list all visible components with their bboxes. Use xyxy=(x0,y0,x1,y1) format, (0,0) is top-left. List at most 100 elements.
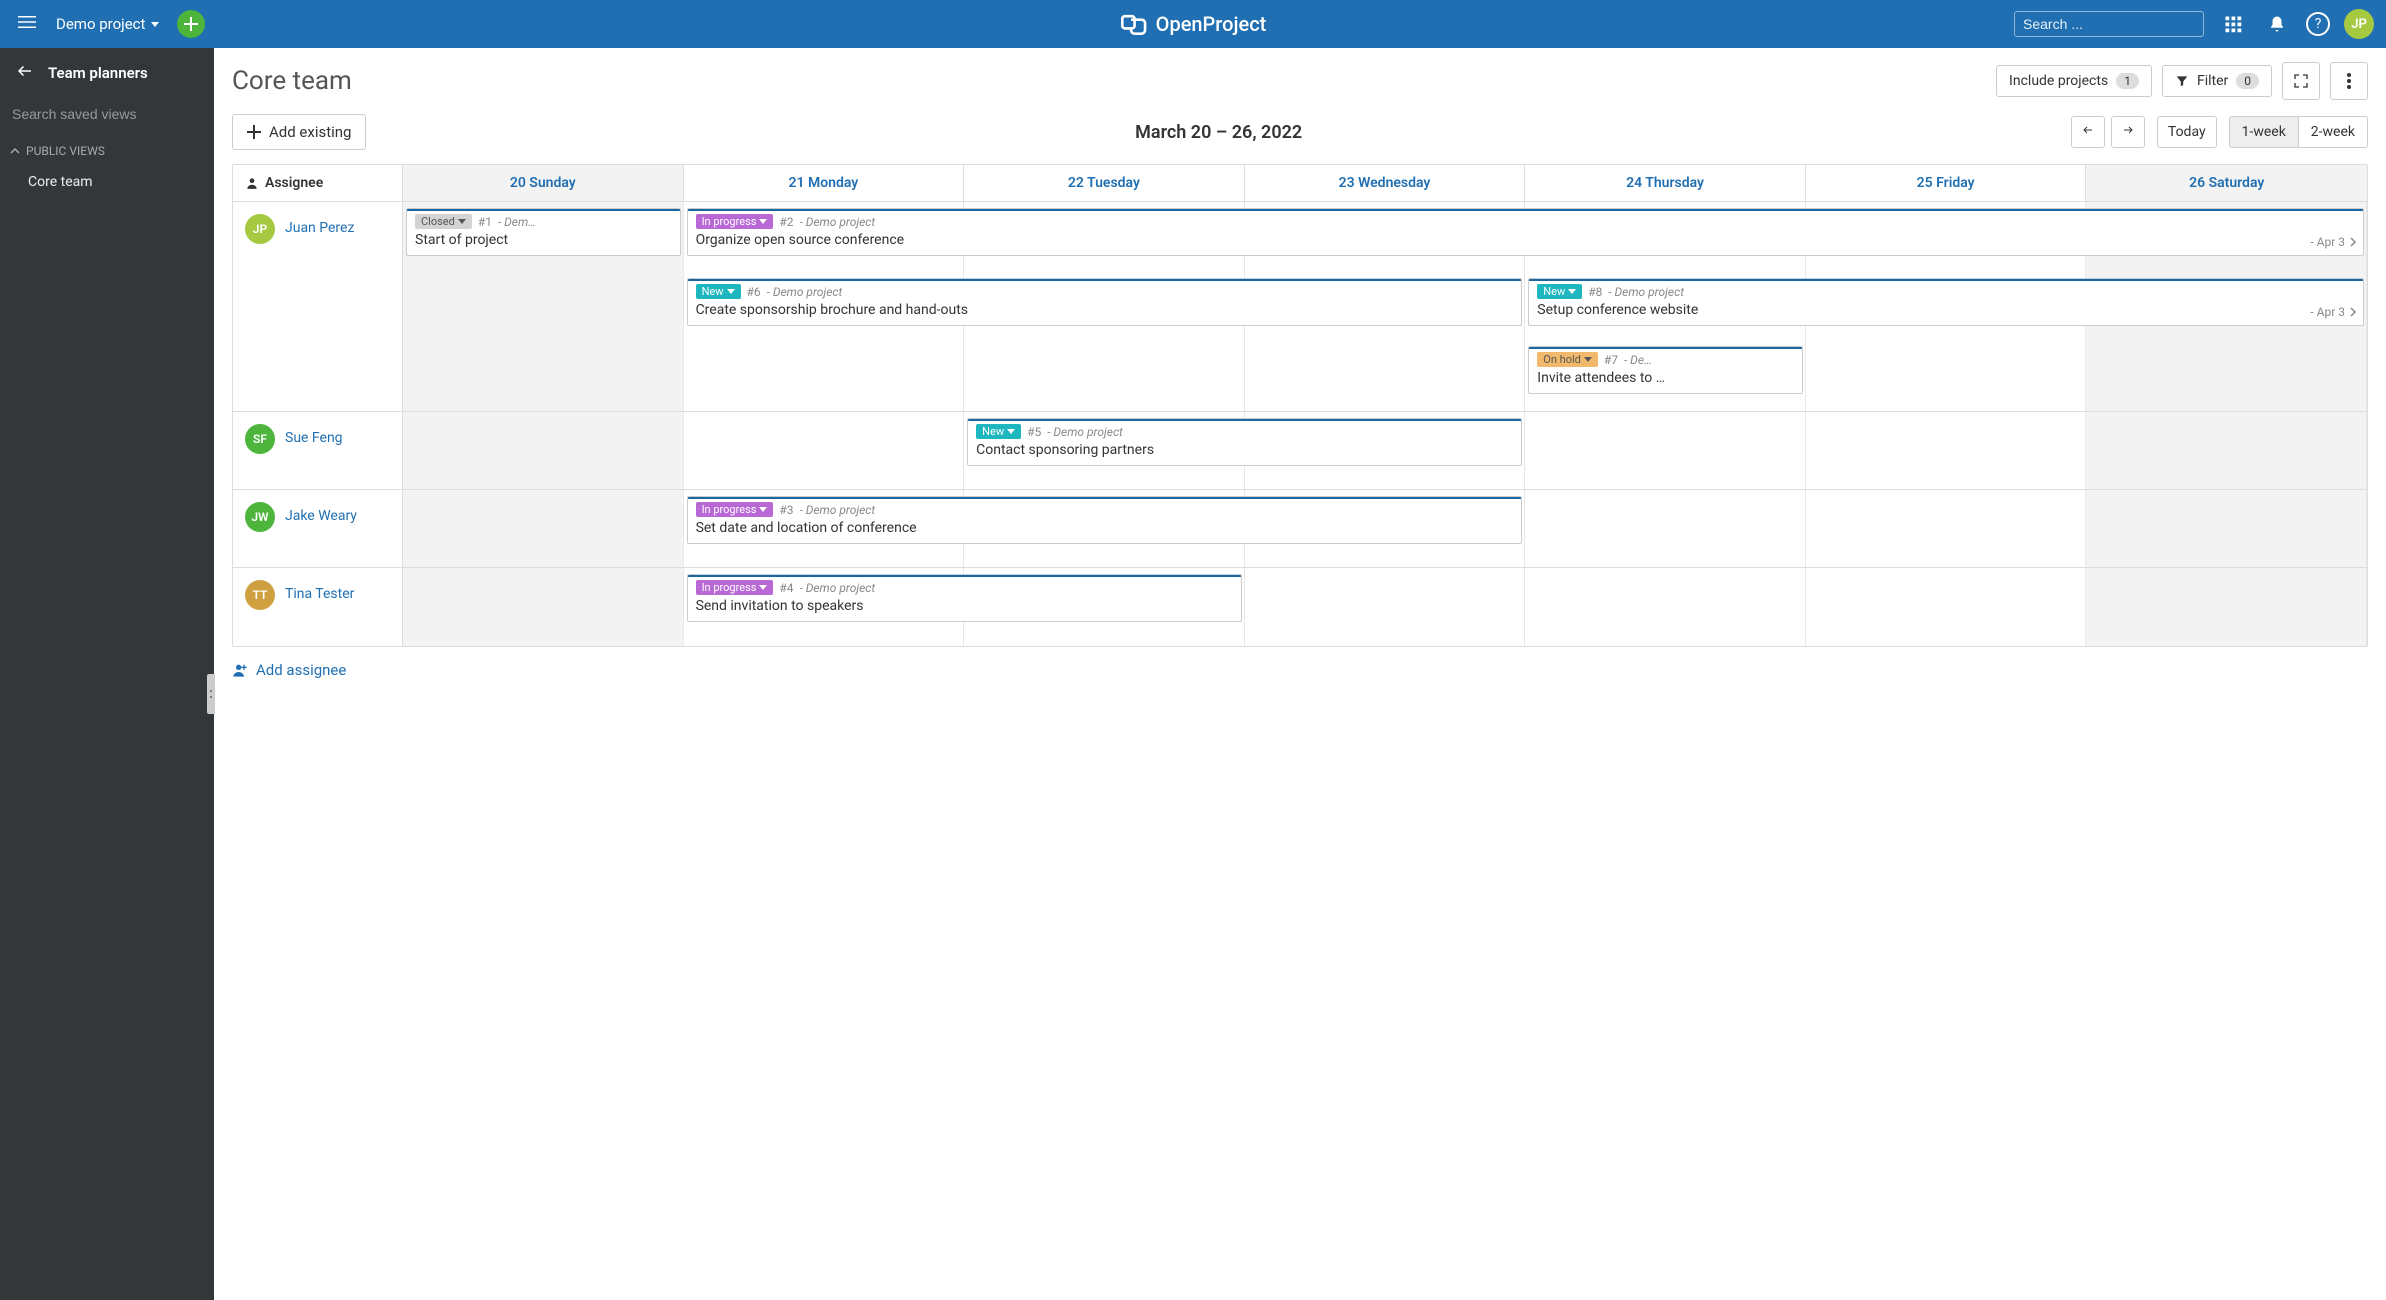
include-label: Include projects xyxy=(2009,73,2108,89)
work-id: #8 xyxy=(1588,285,1602,299)
add-assignee-button[interactable]: Add assignee xyxy=(214,647,2386,693)
card-title: Send invitation to speakers xyxy=(696,598,1233,614)
type-stripe xyxy=(1528,346,1803,349)
cards-layer: In progress #4- Demo project Send invitat… xyxy=(403,568,2367,646)
work-package-card[interactable]: New #8- Demo projectSetup conference web… xyxy=(1528,278,2364,326)
cards-layer: Closed #1- Dem…Start of projectIn progre… xyxy=(403,202,2367,411)
question-icon: ? xyxy=(2315,16,2322,32)
card-meta: In progress #2- Demo project xyxy=(696,214,2355,229)
fullscreen-button[interactable] xyxy=(2282,62,2320,100)
status-badge[interactable]: New xyxy=(696,284,741,299)
help-button[interactable]: ? xyxy=(2306,12,2330,36)
assignee-avatar: JW xyxy=(245,502,275,532)
assignee-avatar: JP xyxy=(245,214,275,244)
assignee-header: Assignee xyxy=(233,165,403,201)
sidebar-search-input[interactable] xyxy=(12,106,193,122)
user-avatar[interactable]: JP xyxy=(2344,9,2374,39)
more-menu-button[interactable] xyxy=(2330,62,2368,100)
include-projects-button[interactable]: Include projects 1 xyxy=(1996,65,2152,97)
range-selector: 1-week2-week xyxy=(2229,116,2368,148)
filter-button[interactable]: Filter 0 xyxy=(2162,65,2272,97)
project-label: - Demo project xyxy=(767,285,843,299)
chevron-down-icon xyxy=(1584,357,1592,362)
plus-icon xyxy=(184,17,198,31)
card-meta: On hold #7- De… xyxy=(1537,352,1794,367)
day-header: 21 Monday xyxy=(684,165,965,201)
work-package-card[interactable]: In progress #4- Demo project Send invitat… xyxy=(687,574,1242,622)
menu-toggle[interactable] xyxy=(12,7,42,41)
card-title: Setup conference website xyxy=(1537,302,2355,318)
brand-logo-icon xyxy=(1120,10,1148,38)
card-meta: In progress #4- Demo project xyxy=(696,580,1233,595)
status-badge[interactable]: Closed xyxy=(415,214,472,229)
work-id: #6 xyxy=(747,285,761,299)
chevron-down-icon xyxy=(1007,429,1015,434)
next-button[interactable] xyxy=(2111,116,2145,148)
brand: OpenProject xyxy=(1120,10,1267,38)
day-header: 24 Thursday xyxy=(1525,165,1806,201)
status-badge[interactable]: New xyxy=(976,424,1021,439)
day-header: 20 Sunday xyxy=(403,165,684,201)
modules-menu[interactable] xyxy=(2218,9,2248,39)
search-input[interactable] xyxy=(2023,16,2204,32)
project-label: - Dem… xyxy=(498,215,536,229)
status-badge[interactable]: In progress xyxy=(696,502,774,517)
grid-header: Assignee20 Sunday21 Monday22 Tuesday23 W… xyxy=(233,165,2367,202)
range-option[interactable]: 1-week xyxy=(2230,117,2299,147)
person-icon xyxy=(245,176,259,190)
add-existing-label: Add existing xyxy=(269,123,351,141)
today-button[interactable]: Today xyxy=(2157,116,2217,148)
work-package-card[interactable]: On hold #7- De… Invite attendees to … xyxy=(1528,346,1803,394)
work-package-card[interactable]: In progress #2- Demo projectOrganize ope… xyxy=(687,208,2364,256)
back-button[interactable] xyxy=(16,62,34,84)
chevron-down-icon xyxy=(759,219,767,224)
assignee-name[interactable]: Jake Weary xyxy=(285,502,357,524)
chevron-up-icon xyxy=(10,146,20,156)
project-label: - Demo project xyxy=(800,215,876,229)
notifications[interactable] xyxy=(2262,9,2292,39)
work-package-card[interactable]: New #6- Demo projectCreate sponsorship b… xyxy=(687,278,1523,326)
project-label: - Demo project xyxy=(800,503,876,517)
add-existing-button[interactable]: Add existing xyxy=(232,114,366,150)
sidebar-header: Team planners xyxy=(0,48,214,98)
sidebar-collapse-handle[interactable] xyxy=(207,674,215,714)
assignee-cell: TTTina Tester xyxy=(233,568,403,646)
chevron-right-icon xyxy=(2349,237,2357,247)
assignee-cell: JP Juan Perez xyxy=(233,202,403,411)
drag-handle-icon xyxy=(208,688,214,700)
card-title: Invite attendees to … xyxy=(1537,370,1794,386)
quick-add-button[interactable] xyxy=(177,10,205,38)
sidebar-section-public-views[interactable]: PUBLIC VIEWS xyxy=(0,138,214,164)
page-title: Core team xyxy=(232,66,1986,96)
status-badge[interactable]: In progress xyxy=(696,580,774,595)
timeline: New #5- Demo project Contact sponsoring p… xyxy=(403,412,2367,489)
project-selector[interactable]: Demo project xyxy=(56,15,159,33)
assignee-name[interactable]: Tina Tester xyxy=(285,580,354,602)
arrow-right-icon xyxy=(2122,124,2134,136)
date-nav xyxy=(2071,116,2145,148)
work-package-card[interactable]: In progress #3- Demo projectSet date and… xyxy=(687,496,1523,544)
status-badge[interactable]: On hold xyxy=(1537,352,1598,367)
status-badge[interactable]: In progress xyxy=(696,214,774,229)
cards-layer: New #5- Demo project Contact sponsoring p… xyxy=(403,412,2367,489)
chevron-right-icon xyxy=(2349,307,2357,317)
work-package-card[interactable]: New #5- Demo project Contact sponsoring p… xyxy=(967,418,1522,466)
date-range-label: March 20 – 26, 2022 xyxy=(378,122,2058,143)
sidebar-view-item[interactable]: Core team xyxy=(0,164,214,200)
range-option[interactable]: 2-week xyxy=(2299,117,2367,147)
main-content: Core team Include projects 1 Filter 0 xyxy=(214,48,2386,1300)
card-title: Contact sponsoring partners xyxy=(976,442,1513,458)
assignee-row: SFSue FengNew #5- Demo projectContact sp… xyxy=(233,412,2367,490)
assignee-name[interactable]: Sue Feng xyxy=(285,424,343,446)
chevron-down-icon xyxy=(759,585,767,590)
type-stripe xyxy=(687,208,2364,211)
assignee-name[interactable]: Juan Perez xyxy=(285,214,354,236)
prev-button[interactable] xyxy=(2071,116,2105,148)
work-package-card[interactable]: Closed #1- Dem…Start of project xyxy=(406,208,681,256)
card-title: Set date and location of conference xyxy=(696,520,1514,536)
global-search[interactable] xyxy=(2014,11,2204,37)
type-stripe xyxy=(967,418,1522,421)
card-meta: New #5- Demo project xyxy=(976,424,1513,439)
sidebar-search[interactable] xyxy=(12,106,202,122)
status-badge[interactable]: New xyxy=(1537,284,1582,299)
